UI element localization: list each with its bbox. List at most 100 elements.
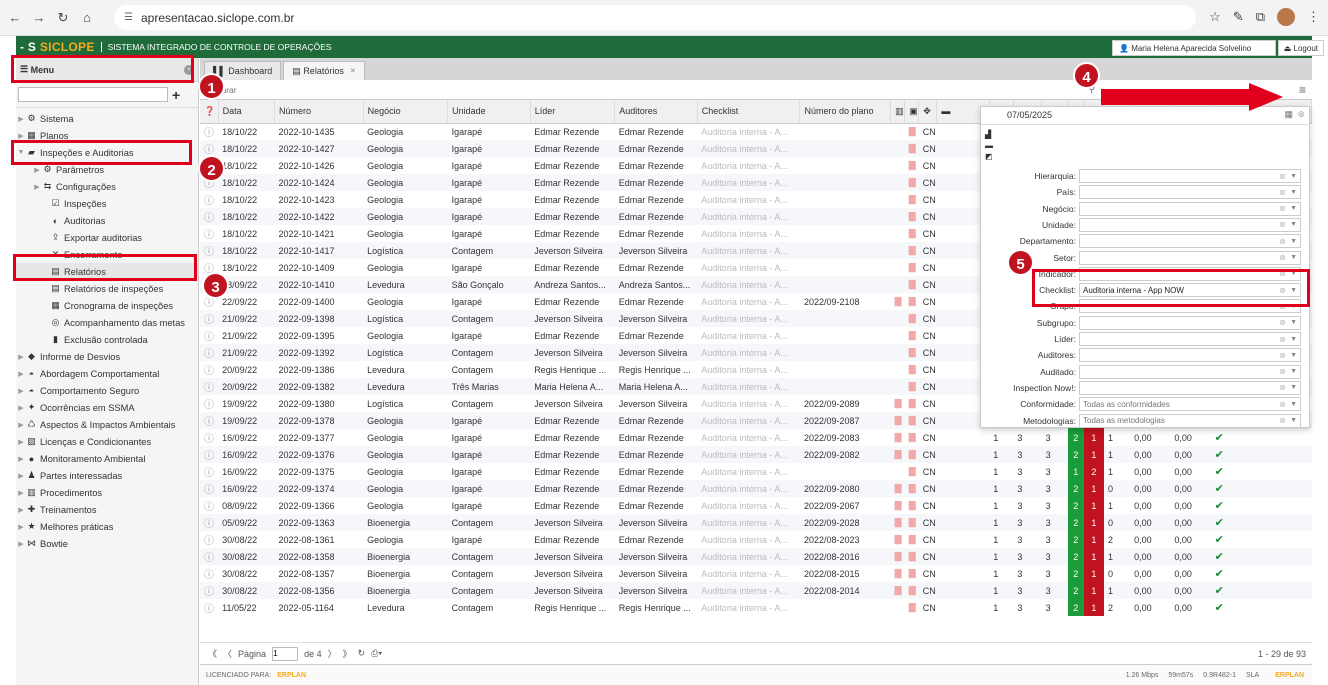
logout-button[interactable]: ⏏ Logout	[1277, 40, 1324, 56]
first-page-icon[interactable]: 《	[208, 647, 217, 660]
pdf-icon[interactable]: ▇	[904, 242, 919, 259]
clear-icon[interactable]: ⊗	[1279, 383, 1286, 392]
sidebar-item-acompanhamento-das-metas[interactable]: ◎ Acompanhamento das metas	[16, 314, 198, 331]
expand-arrow-icon[interactable]: ▶	[16, 489, 26, 497]
sidebar-item-configura-es[interactable]: ▶ ⇆ Configurações	[16, 178, 198, 195]
info-icon[interactable]: ⓘ	[200, 446, 219, 463]
col-unidade[interactable]: Unidade	[447, 100, 531, 124]
info-icon[interactable]: ⓘ	[200, 208, 219, 225]
info-icon[interactable]: ⓘ	[200, 327, 218, 344]
bookmark-star-icon[interactable]: ☆	[1209, 9, 1221, 25]
filter-select[interactable]: ⊗ ▼	[1079, 169, 1301, 183]
clear-icon[interactable]: ⊗	[1279, 204, 1286, 213]
pdf-icon[interactable]: ▇	[905, 463, 919, 480]
expand-arrow-icon[interactable]: ▶	[16, 353, 26, 361]
next-page-icon[interactable]: 〉	[328, 647, 337, 660]
pdf-icon[interactable]: ▇	[904, 446, 919, 463]
profile-avatar[interactable]	[1277, 8, 1295, 26]
address-bar[interactable]: ☰ apresentacao.siclope.com.br	[114, 5, 1196, 30]
pdf-icon[interactable]: ▇	[904, 378, 919, 395]
table-row[interactable]: ⓘ 16/09/22 2022-09-1377 Geologia Igarapé Edma…	[200, 429, 1312, 446]
print-icon[interactable]: ⎙▾	[371, 648, 382, 659]
sidebar-item-relat-rios-de-inspe-es[interactable]: ▤ Relatórios de inspeções	[16, 280, 198, 297]
sidebar-item-melhores-pr-ticas[interactable]: ▶ ★ Melhores práticas	[16, 518, 198, 535]
pdf-icon[interactable]: ▇	[905, 429, 919, 446]
sidebar-item-exportar-auditorias[interactable]: ⇪ Exportar auditorias	[16, 229, 198, 246]
pen-icon[interactable]: ✎	[1233, 9, 1244, 25]
refresh-icon[interactable]: ↻	[358, 648, 366, 659]
chevron-down-icon[interactable]: ▼	[1290, 173, 1297, 180]
more-menu-icon[interactable]: ⋮	[1307, 9, 1320, 25]
tab-relatorios[interactable]: ▤ Relatórios ✕	[283, 61, 365, 80]
clear-icon[interactable]: ⊗	[1279, 188, 1286, 197]
table-row[interactable]: ⓘ 08/09/22 2022-09-1366 Geologia Igarapé Edma…	[200, 497, 1312, 514]
pdf-icon[interactable]: ▇	[890, 548, 905, 565]
clear-icon[interactable]: ⊗	[1279, 318, 1286, 327]
sidebar-item-comportamento-seguro[interactable]: ▶ ◓ Comportamento Seguro	[16, 382, 198, 399]
pdf-icon[interactable]: ▇	[904, 310, 919, 327]
filter-select[interactable]: ⊗ ▼	[1079, 380, 1301, 395]
user-menu[interactable]: 👤 Maria Helena Aparecida Solvelino	[1112, 40, 1276, 56]
pdf-icon[interactable]: ▇	[890, 582, 905, 599]
menu-search-input[interactable]	[18, 87, 168, 102]
close-tab-icon[interactable]: ✕	[350, 67, 356, 75]
chevron-down-icon[interactable]: ▼	[1290, 384, 1297, 391]
table-row[interactable]: ⓘ 05/09/22 2022-09-1363 Bioenergia Contagem J…	[200, 514, 1312, 531]
doc-icon[interactable]: ▣	[904, 100, 920, 124]
info-icon[interactable]: ⓘ	[200, 361, 218, 378]
pdf-icon[interactable]: ▇	[905, 327, 919, 344]
calendar-icon[interactable]: ▦	[1284, 109, 1293, 120]
pdf-icon[interactable]: ▇	[905, 225, 919, 242]
extensions-icon[interactable]: ⧉	[1256, 9, 1265, 25]
clear-icon[interactable]: ⊗	[1279, 237, 1286, 246]
pdf-icon[interactable]: ▇	[891, 293, 905, 310]
pdf-icon[interactable]: ▇	[891, 531, 905, 548]
sidebar-item-auditorias[interactable]: ◐ Auditorias	[16, 212, 198, 229]
col-auditores[interactable]: Auditores	[614, 100, 698, 124]
chevron-down-icon[interactable]: ▼	[1290, 336, 1297, 343]
chevron-down-icon[interactable]: ▼	[1290, 205, 1297, 212]
chevron-down-icon[interactable]: ▼	[1290, 238, 1297, 245]
info-icon[interactable]: ⓘ	[200, 242, 219, 259]
site-info-icon[interactable]: ☰	[124, 12, 133, 23]
pdf-icon[interactable]: ▇	[905, 599, 919, 616]
hierarchy-icon[interactable]: ▟	[985, 129, 993, 140]
sidebar-item-sistema[interactable]: ▶ ⚙ Sistema	[16, 110, 198, 127]
table-row[interactable]: ⓘ 30/08/22 2022-08-1356 Bioenergia Contagem J…	[200, 582, 1312, 599]
sidebar-item-procedimentos[interactable]: ▶ ▥ Procedimentos	[16, 484, 198, 501]
chevron-down-icon[interactable]: ▼	[1290, 368, 1297, 375]
chevron-down-icon[interactable]: ▼	[1290, 319, 1297, 326]
filter-select[interactable]: ⊗ ▼	[1079, 348, 1301, 363]
last-page-icon[interactable]: 》	[343, 647, 352, 660]
pdf-icon[interactable]: ▇	[890, 480, 905, 497]
sidebar-item-inspe-es[interactable]: ☑ Inspeções	[16, 195, 198, 212]
info-icon[interactable]: ⓘ	[200, 565, 218, 582]
pdf-icon[interactable]: ▇	[891, 395, 905, 412]
pdf-icon[interactable]: ▇	[905, 531, 919, 548]
table-row[interactable]: ⓘ 30/08/22 2022-08-1358 Bioenergia Contagem J…	[200, 548, 1312, 565]
col-checklist[interactable]: Checklist	[697, 100, 801, 124]
pdf-icon[interactable]: ▇	[904, 548, 919, 565]
info-icon[interactable]: ⓘ	[200, 514, 219, 531]
filter-select[interactable]: ⊗ ▼	[1079, 234, 1301, 249]
pdf-icon[interactable]: ▇	[904, 140, 919, 157]
expand-arrow-icon[interactable]: ▶	[32, 166, 42, 174]
back-icon[interactable]: ←	[6, 10, 24, 25]
pdf-icon[interactable]: ▇	[905, 497, 919, 514]
filter-select[interactable]: ⊗ ▼	[1079, 315, 1301, 330]
clear-icon[interactable]: ⊗	[1279, 400, 1286, 409]
sidebar-item-exclus-o-controlada[interactable]: ▮ Exclusão controlada	[16, 331, 198, 348]
pdf-icon[interactable]: ▇	[905, 191, 919, 208]
info-icon[interactable]: ⓘ	[200, 378, 219, 395]
pdf-icon[interactable]: ▇	[891, 429, 905, 446]
sidebar-item-informe-de-desvios[interactable]: ▶ ◆ Informe de Desvios	[16, 348, 198, 365]
pdf-icon[interactable]: ▇	[904, 480, 919, 497]
col-lider[interactable]: Líder	[530, 100, 616, 124]
chevron-down-icon[interactable]: ▼	[1290, 189, 1297, 196]
pdf-icon[interactable]: ▇	[905, 293, 919, 310]
expand-arrow-icon[interactable]: ▶	[16, 523, 26, 531]
pdf-icon[interactable]: ▇	[905, 361, 919, 378]
expand-arrow-icon[interactable]: ▶	[16, 472, 26, 480]
expand-arrow-icon[interactable]: ▶	[16, 132, 26, 140]
clear-icon[interactable]: ⊗	[1279, 220, 1286, 229]
